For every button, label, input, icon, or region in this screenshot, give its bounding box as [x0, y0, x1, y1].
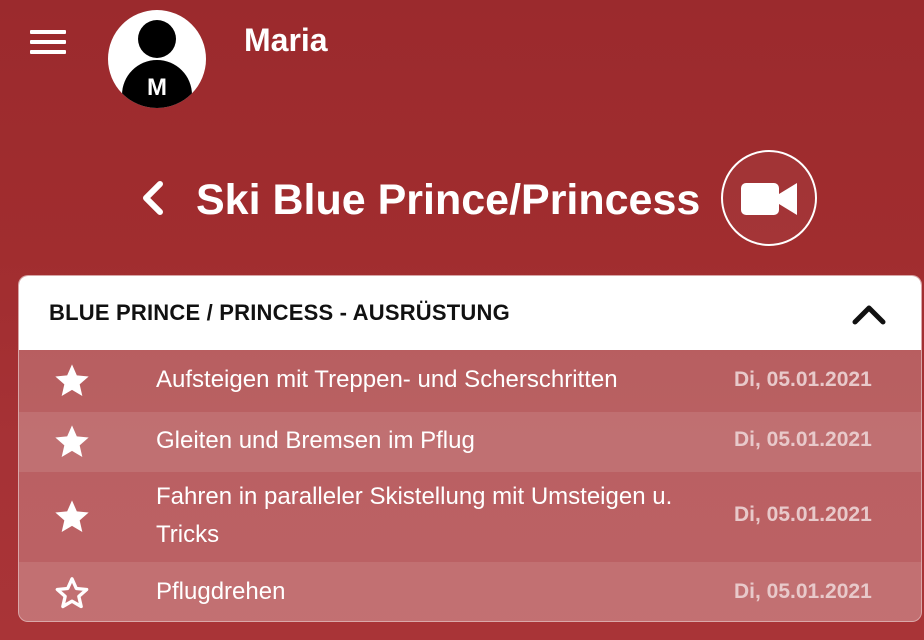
page-title: Ski Blue Prince/Princess: [196, 176, 701, 224]
list-item[interactable]: Fahren in paralleler Skistellung mit Ums…: [19, 472, 921, 562]
list-item[interactable]: Aufsteigen mit Treppen- und Scherschritt…: [19, 350, 921, 412]
list-item-date: Di, 05.01.2021: [734, 503, 872, 526]
hamburger-menu-icon[interactable]: [30, 30, 66, 56]
star-filled-icon: [55, 364, 89, 396]
chevron-left-icon[interactable]: [138, 180, 168, 216]
list-item-label: Aufsteigen mit Treppen- und Scherschritt…: [156, 366, 618, 393]
section-header[interactable]: BLUE PRINCE / PRINCESS - AUSRÜSTUNG: [19, 276, 921, 350]
list-item-label: Gleiten und Bremsen im Pflug: [156, 427, 475, 454]
avatar[interactable]: M: [108, 10, 206, 108]
section-title: BLUE PRINCE / PRINCESS - AUSRÜSTUNG: [49, 300, 510, 325]
video-camera-icon: [741, 183, 797, 215]
list-item[interactable]: Gleiten und Bremsen im Pflug Di, 05.01.2…: [19, 412, 921, 472]
app-header: M Maria: [0, 0, 924, 110]
star-filled-icon: [55, 425, 89, 457]
menu-line: [30, 30, 66, 34]
list-item-date: Di, 05.01.2021: [734, 428, 872, 451]
video-camera-button[interactable]: [721, 150, 817, 246]
avatar-initial: M: [147, 74, 167, 101]
star-outline-icon: [55, 577, 89, 609]
menu-line: [30, 50, 66, 54]
list-item-label: Pflugdrehen: [156, 578, 286, 605]
skill-list: Aufsteigen mit Treppen- und Scherschritt…: [19, 350, 921, 621]
section-card: BLUE PRINCE / PRINCESS - AUSRÜSTUNG Aufs…: [18, 275, 922, 622]
chevron-up-icon[interactable]: [851, 302, 887, 326]
username: Maria: [244, 22, 328, 58]
list-item-date: Di, 05.01.2021: [734, 580, 872, 603]
list-item-date: Di, 05.01.2021: [734, 368, 872, 391]
star-filled-icon: [55, 500, 89, 532]
avatar-head: [138, 20, 176, 58]
page-title-row: Ski Blue Prince/Princess: [0, 150, 924, 246]
list-item[interactable]: Pflugdrehen Di, 05.01.2021: [19, 562, 921, 621]
list-item-label: Fahren in paralleler Skistellung mit Ums…: [156, 483, 673, 548]
menu-line: [30, 40, 66, 44]
